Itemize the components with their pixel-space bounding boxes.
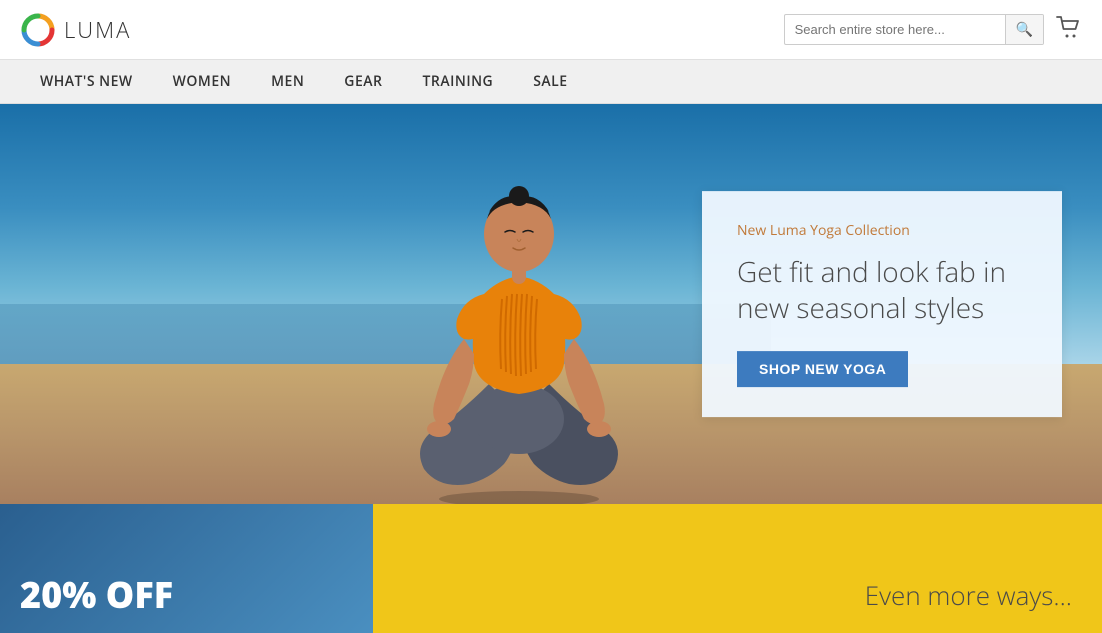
- search-bar: 🔍: [784, 14, 1044, 45]
- promo-subtitle: New Luma Yoga Collection: [737, 221, 1027, 240]
- banner-left-text: 20% OFF: [20, 577, 173, 613]
- header-right: 🔍: [784, 14, 1082, 45]
- promo-title: Get fit and look fab in new seasonal sty…: [737, 254, 1027, 327]
- nav-link-gear[interactable]: Gear: [324, 60, 402, 103]
- logo-text: LUMA: [64, 15, 131, 45]
- banner-right-text: Even more ways...: [865, 577, 1072, 613]
- search-input[interactable]: [785, 16, 1005, 43]
- hero-section: New Luma Yoga Collection Get fit and loo…: [0, 104, 1102, 504]
- banner-left[interactable]: 20% OFF: [0, 504, 373, 633]
- logo-icon: [20, 12, 56, 48]
- bottom-banners: 20% OFF Even more ways...: [0, 504, 1102, 633]
- nav-link-sale[interactable]: Sale: [513, 60, 587, 103]
- yoga-person-svg: [369, 124, 669, 504]
- cart-icon[interactable]: [1056, 16, 1082, 44]
- nav-list: What's New Women Men Gear Training Sale: [20, 60, 588, 103]
- nav-item-whats-new: What's New: [20, 60, 153, 103]
- nav-link-whats-new[interactable]: What's New: [20, 60, 153, 103]
- nav-item-gear: Gear: [324, 60, 402, 103]
- banner-right[interactable]: Even more ways...: [373, 504, 1102, 633]
- header: LUMA 🔍: [0, 0, 1102, 60]
- main-nav: What's New Women Men Gear Training Sale: [0, 60, 1102, 104]
- promo-card: New Luma Yoga Collection Get fit and loo…: [702, 191, 1062, 417]
- logo-link[interactable]: LUMA: [20, 12, 131, 48]
- nav-item-men: Men: [251, 60, 324, 103]
- nav-item-sale: Sale: [513, 60, 587, 103]
- nav-item-women: Women: [153, 60, 251, 103]
- nav-item-training: Training: [402, 60, 513, 103]
- nav-link-training[interactable]: Training: [402, 60, 513, 103]
- shop-new-yoga-button[interactable]: Shop New Yoga: [737, 351, 908, 387]
- hero-person-figure: [359, 114, 679, 504]
- nav-link-women[interactable]: Women: [153, 60, 251, 103]
- nav-link-men[interactable]: Men: [251, 60, 324, 103]
- search-button[interactable]: 🔍: [1005, 15, 1043, 44]
